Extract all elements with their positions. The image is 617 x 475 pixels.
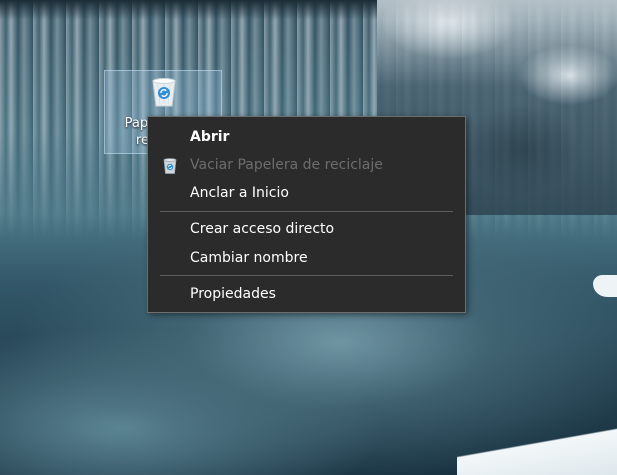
menu-item-pin-to-start[interactable]: Anclar a Inicio — [148, 180, 465, 207]
menu-item-rename[interactable]: Cambiar nombre — [148, 245, 465, 272]
menu-item-label: Crear acceso directo — [190, 221, 335, 237]
snow-patch — [593, 275, 617, 297]
menu-item-label: Anclar a Inicio — [190, 185, 289, 201]
menu-item-label: Abrir — [190, 129, 230, 145]
menu-item-label: Cambiar nombre — [190, 250, 308, 266]
menu-item-empty-recycle-bin: Vaciar Papelera de reciclaje — [148, 152, 465, 179]
recycle-bin-icon — [163, 158, 177, 174]
menu-item-create-shortcut[interactable]: Crear acceso directo — [148, 216, 465, 243]
desktop-wallpaper: Papelera de reciclaje Abrir Vaciar Papel… — [0, 0, 617, 475]
recycle-bin-icon — [152, 78, 176, 107]
menu-item-open[interactable]: Abrir — [148, 124, 465, 151]
menu-item-label: Vaciar Papelera de reciclaje — [190, 157, 383, 173]
menu-separator — [160, 275, 453, 276]
menu-separator — [160, 211, 453, 212]
snow-bank — [457, 425, 617, 475]
menu-item-properties[interactable]: Propiedades — [148, 281, 465, 308]
menu-item-label: Propiedades — [190, 286, 276, 302]
context-menu: Abrir Vaciar Papelera de reciclaje Ancla… — [147, 116, 466, 313]
